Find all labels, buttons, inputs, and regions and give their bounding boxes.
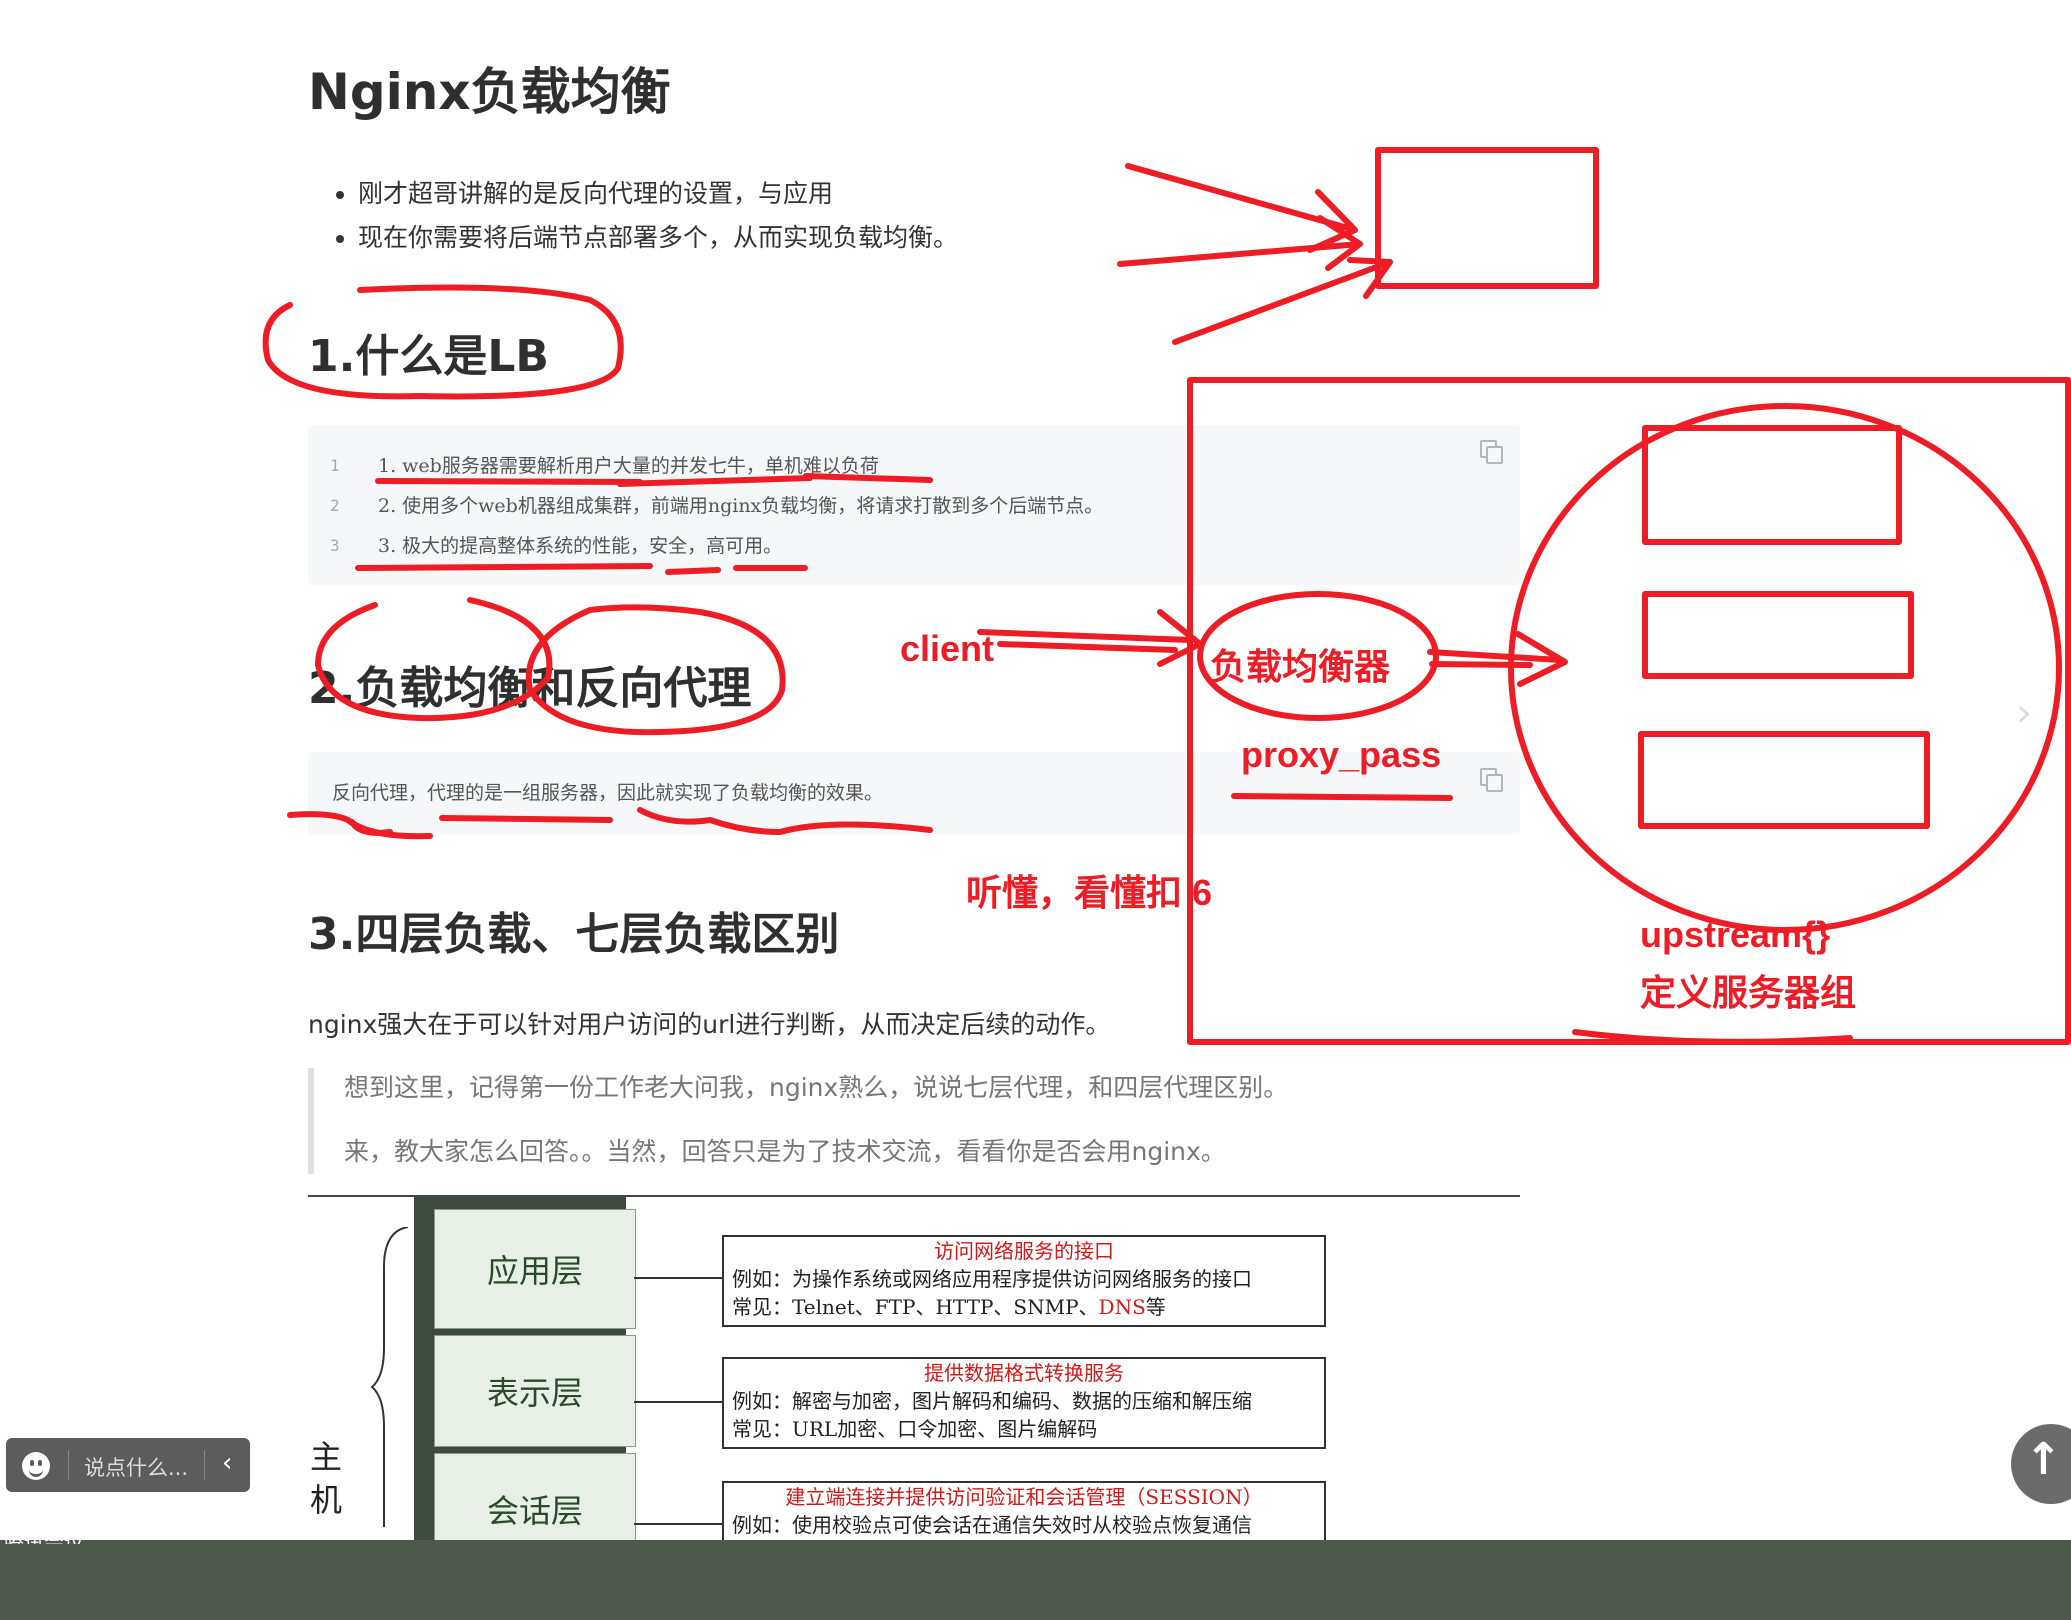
annotation-box-top [1375, 147, 1599, 289]
divider [204, 1450, 205, 1480]
divider [68, 1450, 69, 1480]
collapse-arrow-icon[interactable]: ‹ [222, 1448, 232, 1478]
annotation-server-group: 定义服务器组 [1640, 972, 1857, 1013]
annotation-box-big [1187, 377, 2071, 1045]
annotation-upstream: upstream{} [1640, 914, 1831, 955]
arrow-up-icon: ↑ [2025, 1434, 2062, 1485]
meeting-bottom-bar [0, 1540, 2071, 1620]
meeting-app-label: 腾讯会议 [4, 1531, 84, 1544]
chat-comment-widget[interactable]: 说点什么... ‹ [6, 1438, 250, 1492]
annotation-load-balancer: 负载均衡器 [1210, 646, 1391, 687]
annotation-proxy-pass: proxy_pass [1241, 734, 1442, 775]
pen-annotations [262, 147, 2071, 1045]
chat-input-placeholder[interactable]: 说点什么... [84, 1452, 188, 1482]
annotation-understand: 听懂，看懂扣 6 [966, 872, 1213, 913]
annotation-client: client [900, 628, 995, 669]
emoji-smile-icon[interactable] [22, 1452, 50, 1480]
